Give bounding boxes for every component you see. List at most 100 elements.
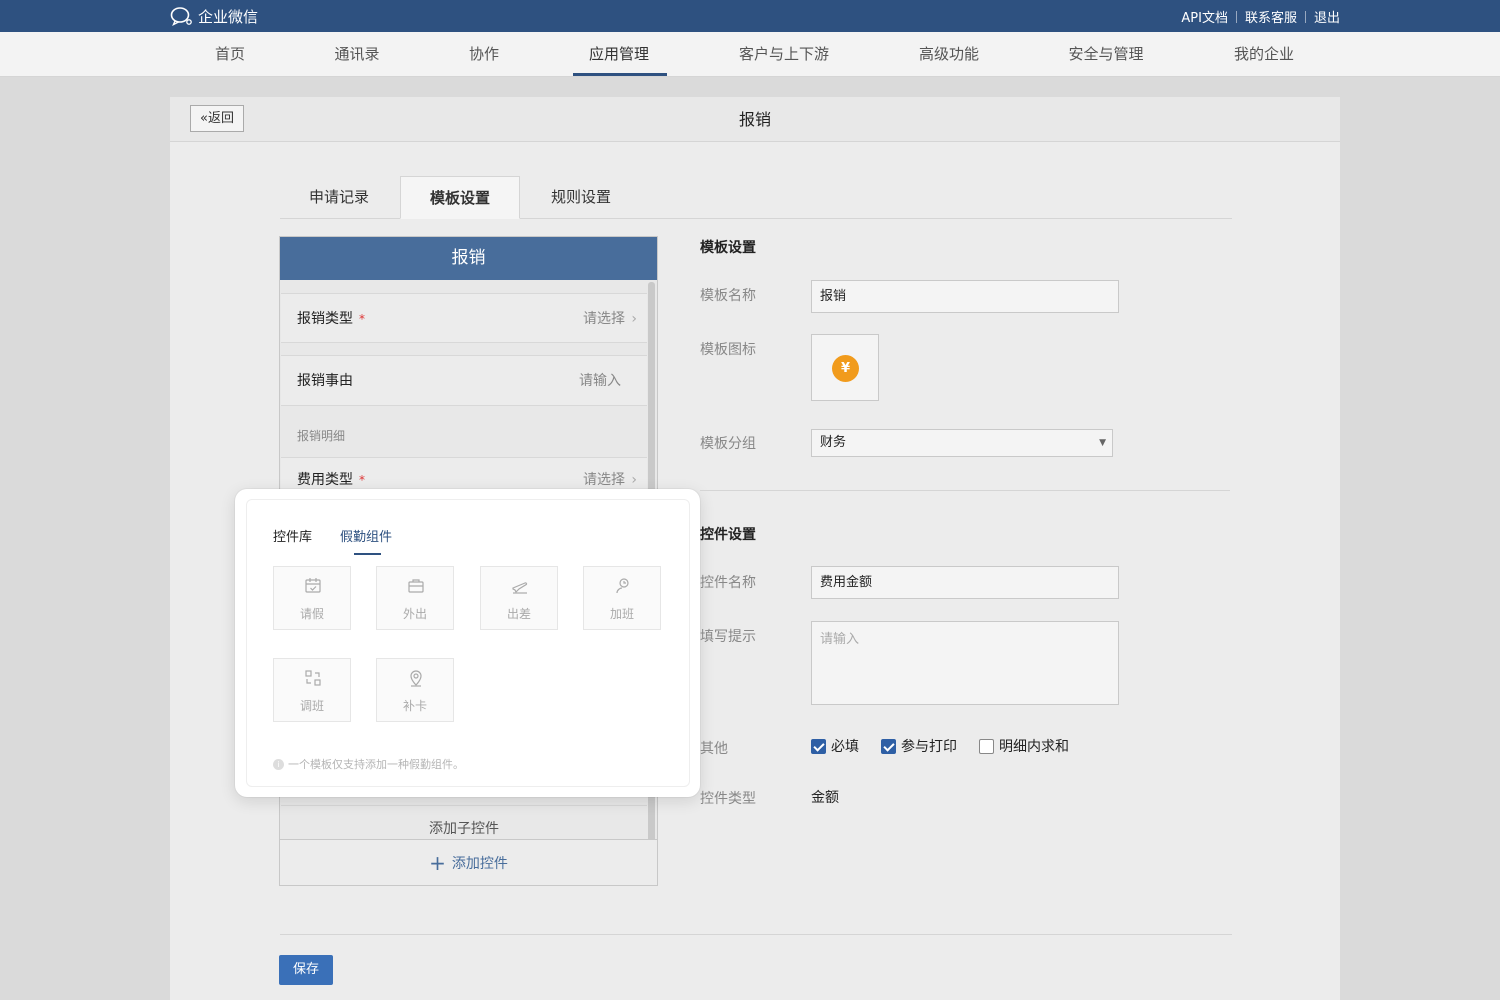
- row-label-text: 报销类型: [297, 311, 353, 327]
- add-sub-control-button[interactable]: 添加子控件: [281, 805, 647, 839]
- label-other: 其他: [700, 741, 728, 757]
- calendar-check-icon: [305, 578, 321, 593]
- location-pin-icon: [410, 670, 422, 687]
- logout-link[interactable]: 退出: [1314, 7, 1340, 26]
- checkbox-print[interactable]: 参与打印: [881, 736, 957, 756]
- tile-overtime[interactable]: 加班: [583, 566, 661, 630]
- row-label: 报销事由: [297, 373, 353, 389]
- nav-item-collaboration[interactable]: 协作: [469, 32, 499, 77]
- api-docs-link[interactable]: API文档: [1181, 7, 1228, 26]
- plus-icon: +: [429, 851, 446, 875]
- nav-item-my-enterprise[interactable]: 我的企业: [1234, 32, 1294, 77]
- briefcase-icon: [408, 579, 424, 593]
- preview-row-reason[interactable]: 报销事由 请输入: [281, 355, 647, 406]
- label-control-type: 控件类型: [700, 791, 756, 807]
- logo-text: 企业微信: [198, 7, 259, 26]
- person-clock-icon: [616, 578, 629, 594]
- label-template-name: 模板名称: [700, 288, 756, 304]
- top-bar: 企业微信 API文档 联系客服 退出: [0, 0, 1500, 32]
- contact-support-link[interactable]: 联系客服: [1245, 7, 1297, 26]
- dropdown-arrow-icon: ▼: [1099, 438, 1106, 448]
- tab-records[interactable]: 申请记录: [279, 176, 399, 219]
- row-label-text: 费用类型: [297, 472, 353, 488]
- double-chevron-left-icon: «: [200, 111, 208, 126]
- row-label: 报销类型 *: [297, 294, 365, 344]
- nav-item-contacts[interactable]: 通讯录: [334, 32, 379, 77]
- back-button[interactable]: «返回: [190, 105, 244, 132]
- row-hint: 请输入: [579, 373, 621, 389]
- yen-coin-icon: ¥: [832, 355, 859, 382]
- wecom-logo-icon: [170, 7, 192, 26]
- separator: [1235, 10, 1237, 23]
- swap-icon: [305, 670, 321, 686]
- nav-active-indicator: [573, 73, 667, 76]
- section-label-details: 报销明细: [297, 429, 346, 443]
- nav-item-home[interactable]: 首页: [215, 32, 245, 77]
- tab-template-settings[interactable]: 模板设置: [400, 176, 520, 219]
- tile-label: 调班: [299, 699, 324, 713]
- logo[interactable]: 企业微信: [170, 5, 258, 27]
- fill-hint-textarea[interactable]: 请输入: [811, 621, 1119, 705]
- checkbox-checked[interactable]: [881, 738, 896, 754]
- popover-panel: 控件库 假勤组件 请假 外出 出差 加班 调班 补卡 i 一个模板仅支持添加一种假…: [246, 499, 690, 787]
- checkbox-label: 参与打印: [901, 739, 957, 755]
- tile-label: 请假: [299, 607, 324, 621]
- checkbox-unchecked[interactable]: [979, 738, 994, 754]
- footer-divider: [280, 934, 1232, 935]
- nav-item-security[interactable]: 安全与管理: [1068, 32, 1143, 77]
- section-divider: [700, 490, 1230, 491]
- row-hint: 请选择: [583, 311, 625, 327]
- tile-leave[interactable]: 请假: [273, 566, 351, 630]
- checkbox-detail-sum[interactable]: 明细内求和: [979, 736, 1069, 756]
- popover-note: i 一个模板仅支持添加一种假勤组件。: [273, 756, 464, 772]
- preview-row-expense-type[interactable]: 报销类型 * 请选择 ›: [281, 293, 647, 343]
- checkbox-required[interactable]: 必填: [811, 736, 859, 756]
- required-mark: *: [359, 473, 365, 487]
- tile-go-out[interactable]: 外出: [376, 566, 454, 630]
- label-fill-hint: 填写提示: [700, 629, 756, 645]
- checkbox-label: 必填: [831, 739, 859, 755]
- control-name-input[interactable]: 费用金额: [811, 566, 1119, 599]
- page-title: 报销: [738, 110, 771, 129]
- nav-item-customers[interactable]: 客户与上下游: [739, 32, 829, 77]
- checkbox-label: 明细内求和: [999, 739, 1069, 755]
- add-control-label: 添加控件: [451, 856, 508, 872]
- separator: [1304, 10, 1306, 23]
- info-icon: i: [273, 758, 284, 770]
- label-control-name: 控件名称: [700, 575, 756, 591]
- back-label: 返回: [207, 111, 234, 126]
- card-header: 报销 «返回: [170, 97, 1340, 142]
- checkbox-checked[interactable]: [811, 738, 826, 754]
- tab-control-library[interactable]: 控件库: [273, 526, 312, 545]
- section-title-template: 模板设置: [700, 240, 756, 256]
- tile-label: 补卡: [402, 699, 427, 713]
- label-template-icon: 模板图标: [700, 342, 756, 358]
- select-value: 财务: [820, 435, 847, 450]
- tile-label: 出差: [506, 607, 531, 621]
- required-mark: *: [359, 312, 365, 326]
- other-options: 必填 参与打印 明细内求和: [811, 736, 1069, 756]
- label-template-group: 模板分组: [700, 436, 756, 452]
- control-type-value: 金额: [811, 790, 839, 806]
- popover-tab-indicator: [354, 553, 381, 555]
- add-control-button[interactable]: + 添加控件: [280, 839, 657, 885]
- tile-card-correction[interactable]: 补卡: [376, 658, 454, 722]
- component-popover: 控件库 假勤组件 请假 外出 出差 加班 调班 补卡 i 一个模板仅支持添加一种假…: [235, 489, 700, 797]
- tab-attendance-components[interactable]: 假勤组件: [340, 526, 392, 545]
- tile-label: 加班: [609, 607, 634, 621]
- plane-icon: [512, 582, 528, 594]
- top-links: API文档 联系客服 退出: [1181, 7, 1340, 26]
- tile-shift-swap[interactable]: 调班: [273, 658, 351, 722]
- template-group-select[interactable]: 财务 ▼: [811, 429, 1113, 457]
- nav-item-app-management[interactable]: 应用管理: [589, 32, 649, 77]
- tile-business-trip[interactable]: 出差: [480, 566, 558, 630]
- save-button[interactable]: 保存: [279, 955, 333, 985]
- template-name-input[interactable]: 报销: [811, 280, 1119, 313]
- preview-title: 报销: [280, 237, 657, 280]
- nav-item-advanced[interactable]: 高级功能: [919, 32, 979, 77]
- tile-label: 外出: [402, 607, 427, 621]
- chevron-right-icon: ›: [631, 311, 637, 327]
- tab-rule-settings[interactable]: 规则设置: [521, 176, 641, 219]
- template-icon-picker[interactable]: ¥: [811, 334, 879, 401]
- section-title-control: 控件设置: [700, 527, 756, 543]
